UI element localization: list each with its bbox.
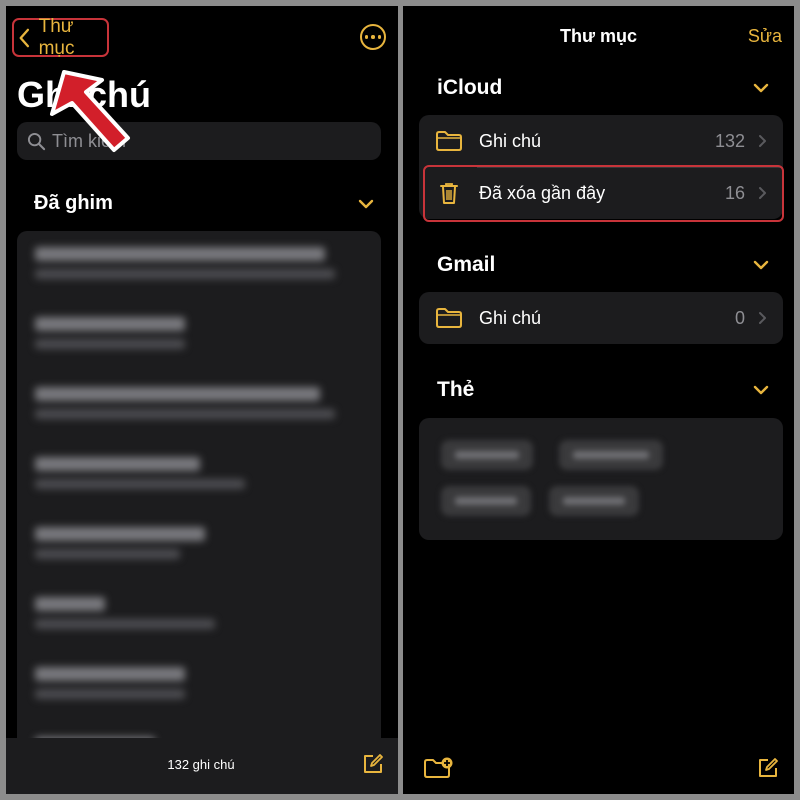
tags-list bbox=[419, 418, 783, 540]
pinned-notes-list bbox=[17, 231, 381, 751]
compose-icon[interactable] bbox=[756, 756, 780, 780]
list-item[interactable] bbox=[35, 387, 355, 419]
compose-icon[interactable] bbox=[361, 752, 385, 776]
folder-count: 132 bbox=[714, 130, 745, 151]
section-title: Gmail bbox=[437, 253, 496, 276]
edit-button[interactable]: Sửa bbox=[748, 26, 782, 47]
folder-row-icloud-notes[interactable]: Ghi chú 132 bbox=[419, 115, 783, 168]
chevron-right-icon bbox=[759, 312, 766, 324]
gmail-section-header[interactable]: Gmail bbox=[437, 253, 769, 277]
chevron-down-icon bbox=[753, 83, 769, 93]
note-count: 132 ghi chú bbox=[167, 757, 235, 772]
folder-row-gmail-notes[interactable]: Ghi chú 0 bbox=[419, 292, 783, 344]
folder-label: Ghi chú bbox=[479, 130, 542, 151]
highlight-box bbox=[423, 165, 784, 222]
list-item[interactable] bbox=[35, 247, 355, 279]
chevron-left-icon bbox=[19, 28, 30, 47]
bottom-toolbar: 132 ghi chú bbox=[6, 738, 398, 794]
folder-label: Ghi chú bbox=[479, 307, 542, 328]
pinned-section-header[interactable]: Đã ghim bbox=[34, 192, 374, 215]
tag-chip[interactable] bbox=[441, 486, 531, 516]
page-title: Thư mục bbox=[559, 26, 638, 46]
back-to-folders-button[interactable]: Thư mục bbox=[12, 15, 109, 59]
list-item[interactable] bbox=[35, 527, 355, 559]
tag-chip[interactable] bbox=[559, 440, 663, 470]
folders-screen: Thư mục Sửa iCloud Ghi chú 132 Đã xóa gầ… bbox=[403, 6, 794, 794]
section-title: iCloud bbox=[437, 76, 503, 99]
new-folder-icon[interactable] bbox=[423, 756, 453, 780]
tags-section-header[interactable]: Thẻ bbox=[437, 378, 769, 402]
tag-chip[interactable] bbox=[549, 486, 639, 516]
list-item[interactable] bbox=[35, 317, 355, 349]
chevron-down-icon bbox=[753, 385, 769, 395]
notes-list-screen: Thư mục Ghi chú Tìm kiếm Đã ghim 132 ghi… bbox=[6, 6, 398, 794]
red-arrow-annotation bbox=[50, 70, 130, 152]
section-title: Thẻ bbox=[437, 378, 475, 401]
chevron-right-icon bbox=[759, 135, 766, 147]
back-label: Thư mục bbox=[38, 15, 75, 59]
chevron-down-icon bbox=[753, 260, 769, 270]
list-item[interactable] bbox=[35, 597, 355, 629]
folder-icon bbox=[436, 308, 462, 328]
list-item[interactable] bbox=[35, 667, 355, 699]
more-options-icon[interactable] bbox=[360, 24, 386, 50]
list-item[interactable] bbox=[35, 457, 355, 489]
tag-chip[interactable] bbox=[441, 440, 533, 470]
icloud-section-header[interactable]: iCloud bbox=[437, 76, 769, 100]
folder-count: 0 bbox=[734, 307, 745, 328]
pinned-section-title: Đã ghim bbox=[34, 192, 113, 214]
gmail-folder-group: Ghi chú 0 bbox=[419, 292, 783, 344]
folder-icon bbox=[436, 131, 462, 151]
chevron-down-icon bbox=[358, 199, 374, 208]
